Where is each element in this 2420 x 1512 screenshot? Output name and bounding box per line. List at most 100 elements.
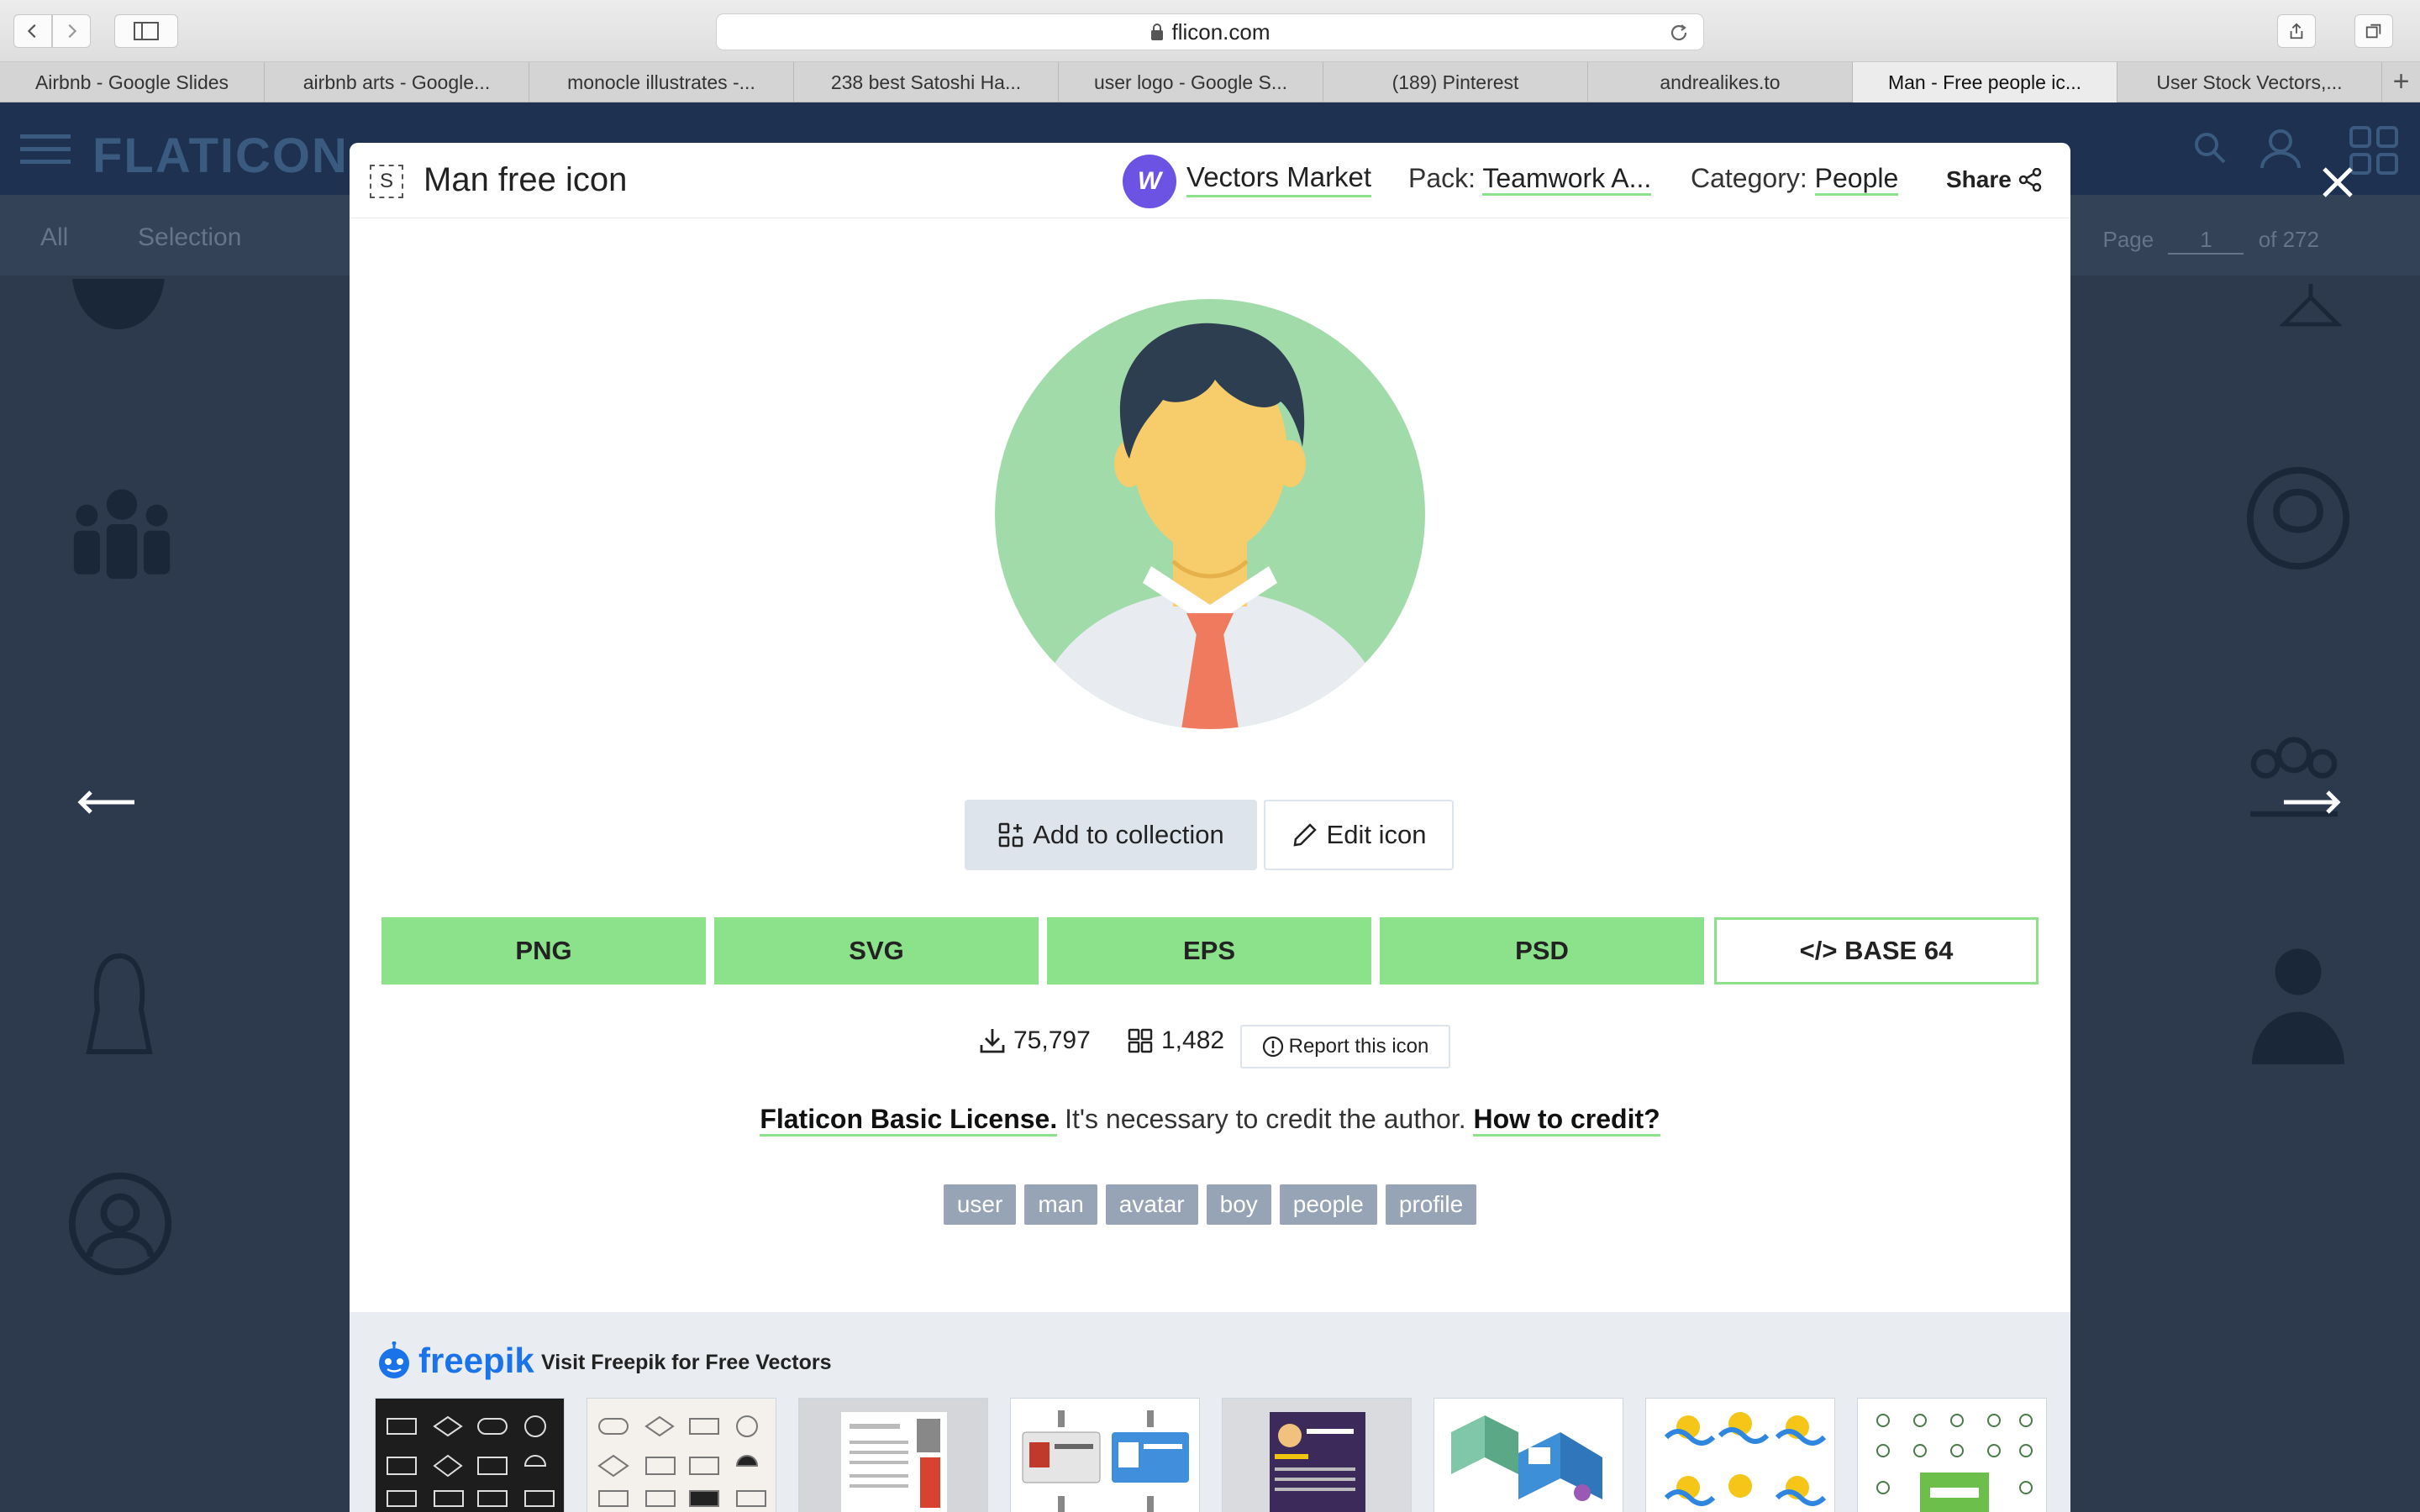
browser-tab[interactable]: (189) Pinterest [1323, 62, 1588, 102]
author-link[interactable]: Vectors Market [1186, 161, 1372, 197]
back-button[interactable] [13, 14, 52, 48]
icon-detail-modal: S Man free icon W Vectors Market Pack: T… [350, 143, 2070, 1512]
cv-dark-graphic [1270, 1412, 1365, 1512]
site-logo[interactable]: FLATICON [92, 128, 349, 184]
chevron-left-icon [27, 24, 36, 39]
collections-icon [1128, 1028, 1153, 1053]
tag-boy[interactable]: boy [1206, 1184, 1271, 1225]
address-bar[interactable]: flicon.com [716, 13, 1704, 50]
thumbnail-resume[interactable] [798, 1398, 988, 1512]
how-to-credit-link[interactable]: How to credit? [1473, 1104, 1660, 1137]
tag-profile[interactable]: profile [1385, 1184, 1477, 1225]
thumbnail-sun-waves[interactable] [1645, 1398, 1835, 1512]
browser-tab[interactable]: airbnb arts - Google... [265, 62, 529, 102]
tabs-overview-button[interactable] [2354, 14, 2393, 48]
thumbnail-business-icons[interactable] [1857, 1398, 2047, 1512]
freepik-logo-text: freepik [418, 1341, 534, 1380]
forward-button[interactable] [52, 14, 91, 48]
category-info: Category: People [1691, 163, 1899, 196]
edit-icon-label: Edit icon [1326, 820, 1427, 849]
reload-icon[interactable] [1668, 22, 1690, 44]
add-collection-icon [999, 822, 1023, 848]
download-svg-button[interactable]: SVG [714, 917, 1039, 984]
report-icon-button[interactable]: Report this icon [1240, 1025, 1450, 1068]
isometric-city-graphic [1451, 1415, 1602, 1501]
apps-grid-icon[interactable] [2349, 126, 2398, 175]
share-label: Share [1946, 166, 2012, 192]
search-icon[interactable] [2193, 131, 2227, 165]
id-cards-graphic [1022, 1410, 1189, 1512]
tag-avatar[interactable]: avatar [1105, 1184, 1198, 1225]
tag-user[interactable]: user [943, 1184, 1017, 1225]
frames-graphic [387, 1415, 555, 1507]
browser-tab-active[interactable]: Man - Free people ic... [1853, 62, 2118, 102]
license-notice: Flaticon Basic License. It's necessary t… [350, 1104, 2070, 1137]
author-avatar[interactable]: W [1123, 155, 1176, 208]
page-input[interactable]: 1 [2168, 227, 2244, 255]
tag-list: user man avatar boy people profile [350, 1184, 2070, 1225]
freepik-promo: freepik Visit Freepik for Free Vectors [350, 1312, 2070, 1512]
browser-tab[interactable]: monocle illustrates -... [529, 62, 794, 102]
arrow-right-icon[interactable] [2282, 790, 2341, 815]
edit-icon-button[interactable]: Edit icon [1264, 800, 1454, 870]
category-link[interactable]: People [1814, 163, 1899, 196]
add-to-collection-button[interactable]: Add to collection [965, 800, 1257, 870]
freepik-logo[interactable]: freepik [375, 1341, 534, 1381]
share-page-button[interactable] [2277, 14, 2316, 48]
hanger-icon[interactable] [2277, 270, 2344, 338]
modal-header: S Man free icon W Vectors Market Pack: T… [350, 143, 2070, 218]
new-tab-button[interactable]: + [2382, 62, 2420, 102]
add-to-collection-label: Add to collection [1033, 820, 1224, 849]
tab-bar: Airbnb - Google Slides airbnb arts - Goo… [0, 62, 2420, 102]
thumbnail-isometric-city[interactable] [1434, 1398, 1623, 1512]
pencil-icon [1293, 823, 1317, 847]
selection-toggle-button[interactable]: S [370, 165, 403, 198]
frames-light-graphic [597, 1415, 766, 1507]
freepik-promo-text[interactable]: Visit Freepik for Free Vectors [541, 1351, 832, 1375]
user-account-icon[interactable] [2260, 128, 2311, 170]
user-circle-icon[interactable] [66, 1169, 175, 1278]
page-label: Page [2102, 227, 2154, 252]
share-button[interactable]: Share [1946, 166, 2042, 193]
arrow-left-icon[interactable] [77, 790, 136, 815]
tabs-overview-icon [2365, 24, 2381, 39]
business-icons-graphic [1876, 1414, 2033, 1512]
pack-link[interactable]: Teamwork A... [1482, 163, 1652, 196]
resume-graphic [841, 1412, 947, 1512]
chevron-right-icon [68, 24, 77, 39]
thumbnail-frames-light[interactable] [587, 1398, 776, 1512]
license-link[interactable]: Flaticon Basic License. [760, 1104, 1058, 1137]
thumbnail-id-cards[interactable] [1010, 1398, 1200, 1512]
thumbnail-frames-dark[interactable] [375, 1398, 565, 1512]
close-icon[interactable] [2319, 164, 2356, 201]
base64-button[interactable]: </> BASE 64 [1714, 917, 2039, 984]
sidebar-toggle-button[interactable] [114, 14, 178, 48]
sidebar-icon [134, 22, 159, 40]
browser-tab[interactable]: andrealikes.to [1588, 62, 1853, 102]
person-solid-icon[interactable] [2244, 942, 2353, 1068]
browser-tab[interactable]: User Stock Vectors,... [2118, 62, 2382, 102]
thumbnail-cv-dark[interactable] [1222, 1398, 1412, 1512]
url-text: flicon.com [1171, 18, 1270, 45]
team-icon[interactable] [67, 480, 176, 590]
download-eps-button[interactable]: EPS [1047, 917, 1371, 984]
tag-people[interactable]: people [1279, 1184, 1377, 1225]
subnav-all[interactable]: All [40, 223, 68, 252]
menu-icon[interactable] [20, 133, 71, 166]
subnav-selection[interactable]: Selection [138, 223, 241, 252]
face-icon[interactable] [64, 270, 173, 346]
share-upload-icon [2290, 23, 2303, 39]
collections-value: 1,482 [1161, 1026, 1225, 1054]
browser-tab[interactable]: Airbnb - Google Slides [0, 62, 265, 102]
download-psd-button[interactable]: PSD [1380, 917, 1704, 984]
man-avatar-icon [995, 299, 1425, 729]
browser-tab[interactable]: 238 best Satoshi Ha... [794, 62, 1059, 102]
pack-label: Pack: [1408, 163, 1476, 193]
tag-man[interactable]: man [1024, 1184, 1097, 1225]
browser-tab[interactable]: user logo - Google S... [1059, 62, 1323, 102]
share-icon [2018, 168, 2042, 192]
download-png-button[interactable]: PNG [381, 917, 706, 984]
lock-icon [1151, 24, 1164, 40]
woman-outline-icon[interactable] [77, 951, 161, 1068]
user-profile-outline-icon[interactable] [2244, 464, 2353, 573]
